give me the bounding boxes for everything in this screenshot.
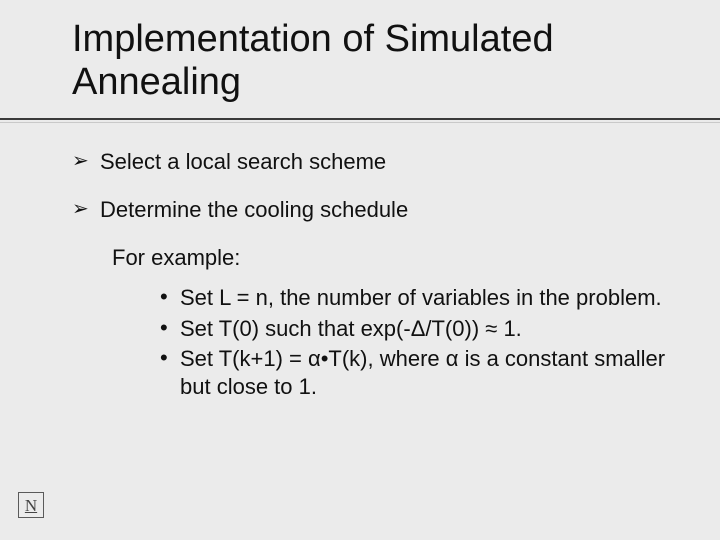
bullet-dot-icon: • bbox=[160, 315, 180, 341]
bullet-text: Select a local search scheme bbox=[100, 148, 386, 176]
sub-bullet-text: Set T(k+1) = α•T(k), where α is a consta… bbox=[180, 345, 672, 401]
sub-bullet-item: • Set T(k+1) = α•T(k), where α is a cons… bbox=[160, 345, 672, 401]
bullet-dot-icon: • bbox=[160, 345, 180, 371]
logo-badge: N bbox=[18, 492, 44, 518]
slide-body: ➢ Select a local search scheme ➢ Determi… bbox=[72, 148, 672, 403]
sub-bullet-text: Set L = n, the number of variables in th… bbox=[180, 284, 672, 312]
sub-bullet-text: Set T(0) such that exp(-Δ/T(0)) ≈ 1. bbox=[180, 315, 672, 343]
bullet-item: ➢ Determine the cooling schedule bbox=[72, 196, 672, 224]
sub-bullet-item: • Set L = n, the number of variables in … bbox=[160, 284, 672, 312]
bullet-text: Determine the cooling schedule bbox=[100, 196, 408, 224]
example-label: For example: bbox=[112, 244, 672, 272]
sub-bullet-item: • Set T(0) such that exp(-Δ/T(0)) ≈ 1. bbox=[160, 315, 672, 343]
title-underline bbox=[0, 118, 720, 120]
bullet-item: ➢ Select a local search scheme bbox=[72, 148, 672, 176]
slide: Implementation of Simulated Annealing ➢ … bbox=[0, 0, 720, 540]
slide-title: Implementation of Simulated Annealing bbox=[72, 18, 662, 103]
bullet-dot-icon: • bbox=[160, 284, 180, 310]
arrow-icon: ➢ bbox=[72, 148, 94, 175]
sub-bullet-list: • Set L = n, the number of variables in … bbox=[160, 284, 672, 401]
logo-letter: N bbox=[25, 497, 37, 514]
arrow-icon: ➢ bbox=[72, 196, 94, 223]
